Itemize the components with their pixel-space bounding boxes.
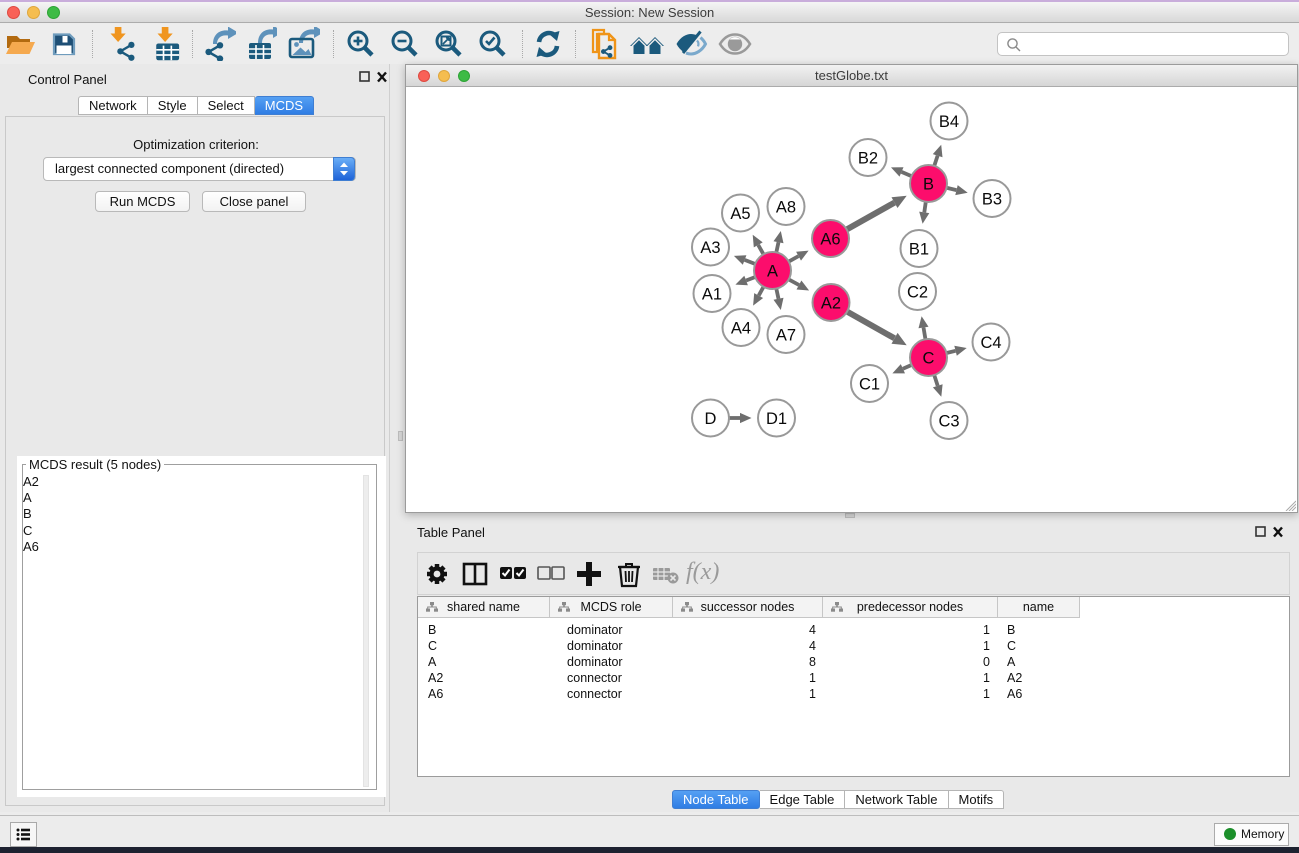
svg-text:A7: A7 (776, 326, 796, 344)
svg-text:C3: C3 (938, 412, 959, 430)
svg-text:A2: A2 (821, 294, 841, 312)
svg-text:B3: B3 (982, 190, 1002, 208)
svg-text:D1: D1 (766, 410, 787, 428)
svg-text:A4: A4 (731, 319, 751, 337)
svg-text:C1: C1 (859, 375, 880, 393)
svg-text:A: A (767, 262, 778, 280)
svg-text:C: C (923, 349, 935, 367)
svg-text:C4: C4 (980, 334, 1001, 352)
svg-text:B: B (923, 175, 934, 193)
svg-text:D: D (705, 410, 717, 428)
svg-text:B2: B2 (858, 149, 878, 167)
svg-text:A3: A3 (700, 239, 720, 257)
svg-text:A1: A1 (702, 285, 722, 303)
svg-text:B4: B4 (939, 113, 959, 131)
svg-text:A6: A6 (820, 230, 840, 248)
svg-text:A5: A5 (730, 205, 750, 223)
svg-text:A8: A8 (776, 198, 796, 216)
svg-text:B1: B1 (909, 240, 929, 258)
svg-text:C2: C2 (907, 283, 928, 301)
